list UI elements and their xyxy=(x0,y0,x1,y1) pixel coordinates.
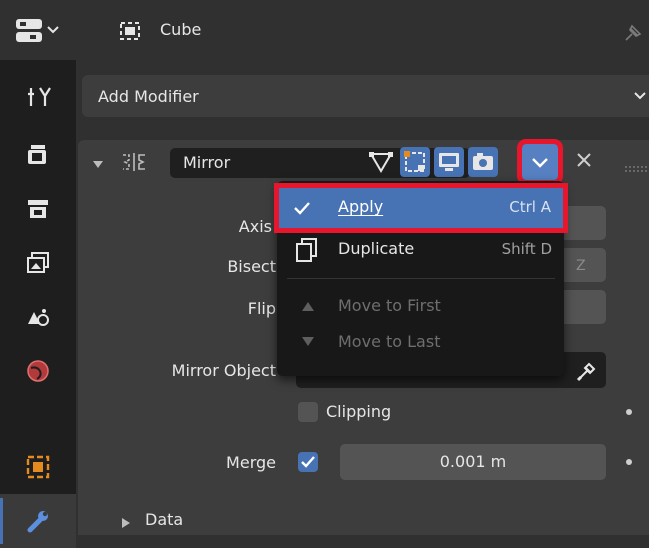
properties-editor-icon xyxy=(16,19,59,42)
tab-render[interactable] xyxy=(0,128,76,182)
menu-item-move-to-last: Move to Last xyxy=(277,328,564,368)
merge-label: Merge xyxy=(226,453,276,472)
collapse-triangle-icon[interactable] xyxy=(92,155,104,174)
viewport-display-toggle[interactable] xyxy=(434,147,464,177)
bisect-label: Bisect xyxy=(227,257,276,276)
tab-world[interactable] xyxy=(0,344,76,398)
remove-modifier-button[interactable] xyxy=(574,148,594,176)
modifier-extras-dropdown-button[interactable] xyxy=(517,139,563,185)
object-cube-icon xyxy=(118,20,142,46)
menu-item-label: Move to Last xyxy=(338,332,441,351)
menu-item-shortcut: Ctrl A xyxy=(509,198,551,216)
keyframe-dot-icon[interactable] xyxy=(626,459,632,465)
output-icon xyxy=(28,200,48,218)
menu-item-apply[interactable]: Apply Ctrl A xyxy=(274,183,568,233)
properties-header xyxy=(0,0,649,60)
duplicate-icon xyxy=(296,238,317,262)
view-layer-icon xyxy=(27,252,49,273)
menu-separator xyxy=(287,278,555,279)
tab-scene[interactable] xyxy=(0,290,76,344)
drag-handle-icon[interactable] xyxy=(624,158,648,177)
world-icon xyxy=(27,360,49,382)
tab-output[interactable] xyxy=(0,182,76,236)
menu-item-move-to-first: Move to First xyxy=(277,288,564,328)
menu-item-shortcut: Shift D xyxy=(501,240,552,258)
object-name: Cube xyxy=(160,20,202,39)
tab-object[interactable] xyxy=(0,440,76,494)
menu-item-label: Apply xyxy=(338,197,384,216)
flip-label: Flip xyxy=(247,299,276,318)
triangle-down-icon xyxy=(302,337,314,346)
axis-label: Axis xyxy=(238,217,272,236)
bisect-z-letter: Z xyxy=(576,258,586,274)
chevron-down-icon xyxy=(633,88,647,107)
eyedropper-icon[interactable] xyxy=(576,360,598,386)
tool-icon xyxy=(28,87,51,106)
render-display-toggle[interactable] xyxy=(468,147,498,177)
editor-type-dropdown[interactable] xyxy=(14,18,66,44)
checkmark-icon xyxy=(294,202,310,215)
pin-icon[interactable] xyxy=(622,22,644,48)
add-modifier-label: Add Modifier xyxy=(98,87,199,106)
mirror-object-label: Mirror Object xyxy=(171,361,276,380)
menu-item-duplicate[interactable]: Duplicate Shift D xyxy=(277,230,564,270)
tab-modifiers[interactable] xyxy=(0,494,76,548)
wrench-icon xyxy=(27,511,48,533)
expand-triangle-icon[interactable] xyxy=(120,514,132,533)
tab-view-layer[interactable] xyxy=(0,236,76,290)
clipping-label: Clipping xyxy=(326,402,392,421)
object-icon xyxy=(26,455,50,479)
menu-item-label: Move to First xyxy=(338,296,441,315)
keyframe-dot-icon[interactable] xyxy=(626,409,632,415)
mirror-modifier-icon xyxy=(120,150,150,178)
properties-tab-strip xyxy=(0,60,76,548)
menu-item-label: Duplicate xyxy=(338,239,415,258)
triangle-up-icon xyxy=(302,302,314,311)
render-icon xyxy=(28,145,46,164)
monitor-icon xyxy=(439,153,459,171)
checkmark-icon xyxy=(301,456,315,468)
scene-icon xyxy=(28,309,49,326)
on-cage-icon xyxy=(404,151,425,172)
data-subpanel-label: Data xyxy=(145,510,184,529)
modifier-name-text: Mirror xyxy=(183,153,231,172)
edit-mode-icon xyxy=(369,152,393,173)
tab-tool[interactable] xyxy=(0,70,76,124)
on-cage-toggle[interactable] xyxy=(400,147,430,177)
close-icon xyxy=(577,153,591,167)
merge-distance-value: 0.001 m xyxy=(439,452,507,471)
edit-mode-toggle[interactable] xyxy=(366,147,396,177)
camera-icon xyxy=(473,153,493,170)
clipping-checkbox[interactable] xyxy=(298,402,318,422)
merge-checkbox[interactable] xyxy=(298,452,318,472)
chevron-down-icon xyxy=(532,158,548,168)
